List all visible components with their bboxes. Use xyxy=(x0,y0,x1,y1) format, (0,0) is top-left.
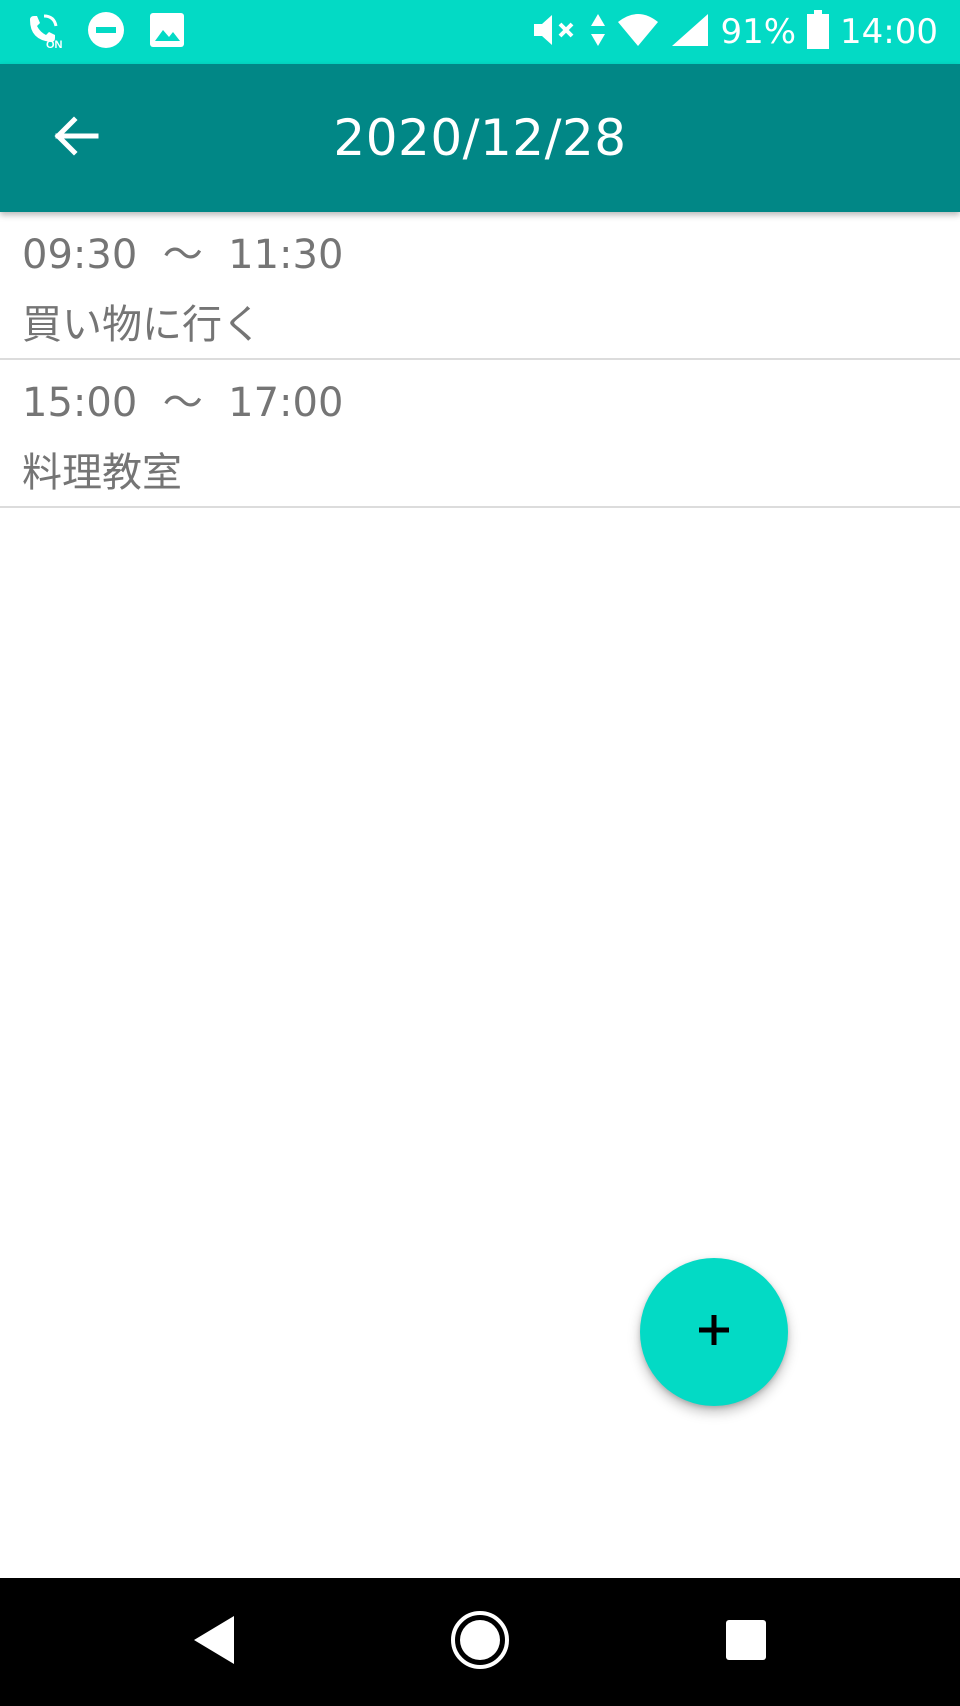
data-arrows-icon xyxy=(590,12,606,52)
volte-on-icon: ON xyxy=(24,10,64,54)
battery-percent: 91% xyxy=(720,12,797,52)
screen: ON 91% 14:00 2020/12/28 09:30 〜 11:30 買い… xyxy=(0,0,960,1706)
nav-back-button[interactable] xyxy=(174,1602,254,1682)
app-bar: 2020/12/28 xyxy=(0,64,960,212)
schedule-list: 09:30 〜 11:30 買い物に行く 15:00 〜 17:00 料理教室 xyxy=(0,212,960,508)
battery-icon xyxy=(806,10,830,54)
image-icon xyxy=(148,11,186,53)
schedule-time: 15:00 〜 17:00 xyxy=(22,380,344,426)
nav-back-icon xyxy=(190,1614,238,1670)
add-schedule-button[interactable] xyxy=(640,1258,788,1406)
nav-home-icon xyxy=(449,1609,511,1675)
status-left-icons: ON xyxy=(24,10,208,54)
nav-recents-button[interactable] xyxy=(706,1602,786,1682)
schedule-title: 料理教室 xyxy=(22,450,182,496)
plus-icon xyxy=(696,1312,732,1352)
wifi-icon xyxy=(616,12,660,52)
svg-text:ON: ON xyxy=(46,39,63,50)
mute-icon xyxy=(532,12,580,52)
list-item[interactable]: 15:00 〜 17:00 料理教室 xyxy=(0,360,960,508)
page-title: 2020/12/28 xyxy=(333,109,627,167)
nav-recents-icon xyxy=(725,1619,767,1665)
do-not-disturb-icon xyxy=(86,10,126,54)
list-item[interactable]: 09:30 〜 11:30 買い物に行く xyxy=(0,212,960,360)
back-button[interactable] xyxy=(40,102,112,174)
status-bar: ON 91% 14:00 xyxy=(0,0,960,64)
signal-icon xyxy=(670,12,710,52)
schedule-title: 買い物に行く xyxy=(22,302,262,348)
arrow-back-icon xyxy=(52,112,100,164)
nav-home-button[interactable] xyxy=(440,1602,520,1682)
status-right-icons: 91% 14:00 xyxy=(522,10,938,54)
schedule-time: 09:30 〜 11:30 xyxy=(22,232,344,278)
status-time: 14:00 xyxy=(840,12,938,52)
navigation-bar xyxy=(0,1578,960,1706)
